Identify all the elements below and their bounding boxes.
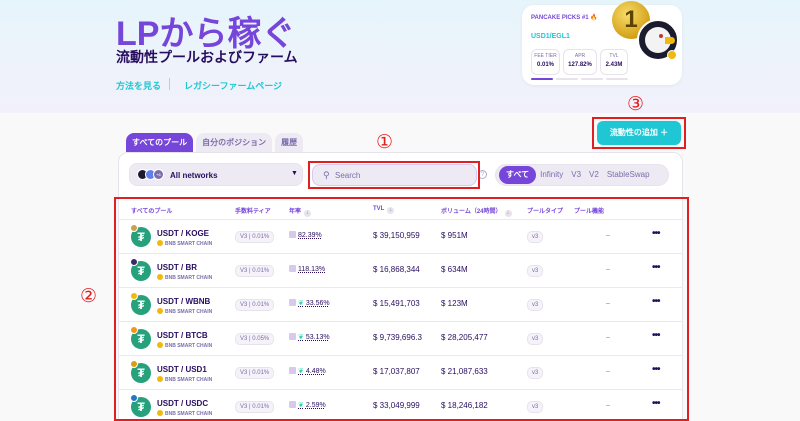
bnb-chain-badge-icon bbox=[667, 50, 677, 60]
tab-history[interactable]: 履歴 bbox=[275, 133, 304, 152]
network-select-label: All networks bbox=[170, 171, 218, 180]
filter-all[interactable]: すべて bbox=[499, 166, 537, 184]
carousel-dots[interactable] bbox=[531, 78, 628, 80]
picks-stat-tvl: TVL 2.43M bbox=[600, 49, 628, 75]
network-icons: +6 bbox=[137, 169, 164, 180]
network-select[interactable]: +6 All networks ▼ bbox=[129, 163, 303, 186]
legacy-farm-link[interactable]: レガシーファームページ bbox=[184, 79, 282, 92]
protocol-filter: すべて Infinity V3 V2 StableSwap bbox=[495, 164, 669, 186]
filter-v3[interactable]: V3 bbox=[567, 166, 585, 184]
filter-stableswap[interactable]: StableSwap bbox=[603, 166, 654, 184]
tab-all-pools[interactable]: すべてのプール bbox=[126, 133, 194, 152]
pool-tabs: すべてのプール 自分のポジション 履歴 bbox=[126, 133, 304, 152]
filter-v2[interactable]: V2 bbox=[585, 166, 603, 184]
annotation-box-pool-list bbox=[114, 197, 689, 421]
picks-title: PANCAKE PICKS #1 🔥 bbox=[531, 15, 598, 21]
picks-stat-fee: FEE TIER 0.01% bbox=[531, 49, 560, 75]
annotation-box-add-liquidity bbox=[592, 117, 686, 149]
annotation-number-1: ① bbox=[376, 131, 394, 153]
tab-my-positions[interactable]: 自分のポジション bbox=[196, 133, 273, 152]
chevron-down-icon: ▼ bbox=[291, 170, 298, 177]
page-subtitle: 流動性プールおよびファーム bbox=[116, 49, 298, 65]
filter-infinity[interactable]: Infinity bbox=[536, 166, 567, 184]
annotation-number-3: ③ bbox=[627, 93, 645, 115]
more-networks-badge: +6 bbox=[153, 169, 164, 180]
picks-stat-apr: APR 127.82% bbox=[563, 49, 597, 75]
how-to-link[interactable]: 方法を見る bbox=[116, 79, 161, 92]
picks-pair: USD1/EGL1 bbox=[531, 33, 570, 40]
annotation-number-2: ② bbox=[80, 285, 98, 307]
divider bbox=[169, 78, 170, 90]
annotation-box-search bbox=[308, 161, 480, 189]
